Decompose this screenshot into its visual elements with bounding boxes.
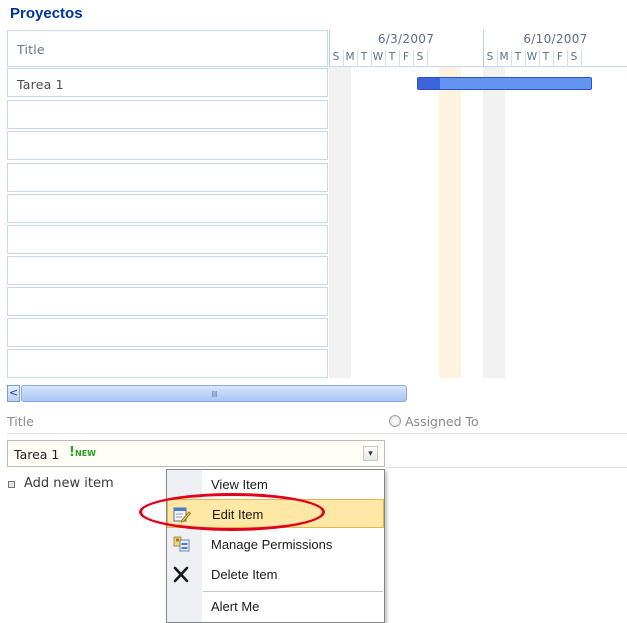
menu-item-delete-item[interactable]: Delete Item <box>167 560 384 589</box>
scroll-track[interactable] <box>408 385 627 402</box>
today-column <box>439 67 461 378</box>
manage-permissions-icon <box>172 536 190 553</box>
day-label: M <box>499 51 509 63</box>
list-item[interactable]: Tarea 1 ! NEW ▾ <box>7 440 385 467</box>
gantt-row[interactable] <box>7 131 328 160</box>
menu-item-label: View Item <box>211 477 268 492</box>
scroll-left-button[interactable]: < <box>7 385 20 402</box>
day-label: T <box>542 51 550 63</box>
week-header: 6/3/2007 <box>377 32 435 46</box>
day-label: W <box>372 51 384 63</box>
day-label: S <box>486 51 494 63</box>
menu-item-label: Delete Item <box>211 567 278 582</box>
delete-x-icon <box>172 566 190 583</box>
day-label: S <box>416 51 424 63</box>
gantt-chart: 6/3/2007 6/10/2007 S M T W T F S S M T W… <box>329 30 627 378</box>
day-label: S <box>332 51 340 63</box>
day-label: M <box>345 51 355 63</box>
day-label: T <box>388 51 396 63</box>
new-badge: NEW <box>75 449 96 458</box>
annotation-highlight-ellipse <box>139 493 325 531</box>
task-progress-fill <box>418 78 440 89</box>
scroll-thumb[interactable]: IIII <box>21 385 407 402</box>
add-new-item-label[interactable]: Add new item <box>24 476 114 491</box>
menu-item-alert-me[interactable]: Alert Me <box>167 592 384 621</box>
title-column-header[interactable]: Title <box>7 30 328 67</box>
week-header: 6/10/2007 <box>523 32 588 46</box>
gantt-row[interactable] <box>7 225 328 254</box>
menu-item-label: Manage Permissions <box>211 537 333 552</box>
task-bar-tarea-1[interactable] <box>417 77 592 90</box>
row-divider <box>385 467 627 468</box>
item-title-link[interactable]: Tarea 1 <box>14 447 59 462</box>
gantt-row[interactable] <box>7 256 328 285</box>
day-label: S <box>570 51 578 63</box>
day-label: F <box>402 51 410 63</box>
item-context-menu: View Item Edit Item Manage Permissions D… <box>166 469 385 623</box>
day-label: F <box>556 51 564 63</box>
gantt-row[interactable] <box>7 318 328 347</box>
assigned-to-column-header[interactable]: Assigned To <box>405 414 479 429</box>
gantt-row[interactable] <box>7 287 328 316</box>
menu-item-manage-permissions[interactable]: Manage Permissions <box>167 530 384 559</box>
menu-item-label: Alert Me <box>211 599 260 614</box>
weekend-column <box>329 67 351 378</box>
header-divider <box>7 433 627 434</box>
list-title-column-header[interactable]: Title <box>7 414 34 429</box>
gantt-row[interactable] <box>7 349 328 378</box>
horizontal-scrollbar[interactable]: < IIII <box>7 385 627 402</box>
page-title[interactable]: Proyectos <box>10 5 83 22</box>
gantt-row[interactable] <box>7 194 328 223</box>
gantt-row[interactable] <box>7 163 328 192</box>
day-label: W <box>526 51 538 63</box>
gantt-row[interactable] <box>7 100 328 129</box>
bullet-square-icon <box>8 481 15 488</box>
gantt-row[interactable]: Tarea 1 <box>7 68 328 97</box>
day-label: T <box>514 51 522 63</box>
column-select-radio[interactable] <box>389 415 401 427</box>
weekend-column <box>483 67 505 378</box>
item-menu-dropdown-button[interactable]: ▾ <box>363 446 378 461</box>
day-label: T <box>360 51 368 63</box>
scroll-grip-icon: IIII <box>211 390 218 399</box>
